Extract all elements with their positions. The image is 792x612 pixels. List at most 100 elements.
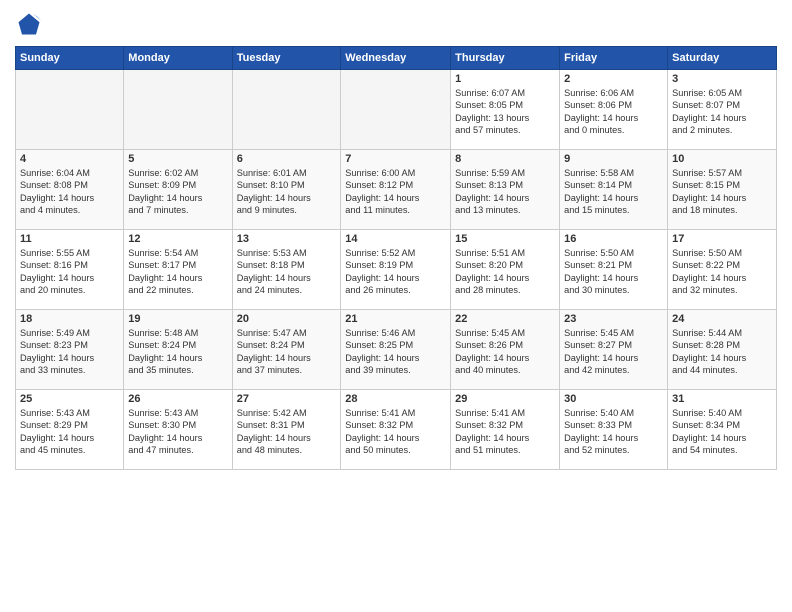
day-number: 4: [20, 153, 119, 165]
day-cell: 1 Sunrise: 6:07 AM Sunset: 8:05 PM Daylig…: [451, 70, 560, 150]
day-cell: 2Sunrise: 6:06 AM Sunset: 8:06 PM Daylig…: [560, 70, 668, 150]
day-info: Sunrise: 6:00 AM Sunset: 8:12 PM Dayligh…: [345, 167, 446, 217]
day-info: Sunrise: 5:48 AM Sunset: 8:24 PM Dayligh…: [128, 327, 227, 377]
day-info: Sunrise: 5:47 AM Sunset: 8:24 PM Dayligh…: [237, 327, 337, 377]
day-info: Sunrise: 5:45 AM Sunset: 8:26 PM Dayligh…: [455, 327, 555, 377]
day-number: 14: [345, 233, 446, 245]
day-number: 25: [20, 393, 119, 405]
day-cell: 15Sunrise: 5:51 AM Sunset: 8:20 PM Dayli…: [451, 230, 560, 310]
day-cell: 23 Sunrise: 5:45 AM Sunset: 8:27 PM Dayli…: [560, 310, 668, 390]
week-row-2: 4 Sunrise: 6:04 AM Sunset: 8:08 PM Daylig…: [16, 150, 777, 230]
day-cell: 16 Sunrise: 5:50 AM Sunset: 8:21 PM Dayli…: [560, 230, 668, 310]
day-cell: 10 Sunrise: 5:57 AM Sunset: 8:15 PM Dayli…: [668, 150, 777, 230]
day-info: Sunrise: 5:44 AM Sunset: 8:28 PM Dayligh…: [672, 327, 772, 377]
day-number: 1: [455, 73, 555, 85]
day-info: Sunrise: 5:43 AM Sunset: 8:29 PM Dayligh…: [20, 407, 119, 457]
day-cell: 9Sunrise: 5:58 AM Sunset: 8:14 PM Daylig…: [560, 150, 668, 230]
day-number: 27: [237, 393, 337, 405]
day-info: Sunrise: 5:52 AM Sunset: 8:19 PM Dayligh…: [345, 247, 446, 297]
day-number: 30: [564, 393, 663, 405]
day-cell: 4 Sunrise: 6:04 AM Sunset: 8:08 PM Daylig…: [16, 150, 124, 230]
day-info: Sunrise: 5:40 AM Sunset: 8:34 PM Dayligh…: [672, 407, 772, 457]
day-cell: 8 Sunrise: 5:59 AM Sunset: 8:13 PM Daylig…: [451, 150, 560, 230]
day-info: Sunrise: 6:04 AM Sunset: 8:08 PM Dayligh…: [20, 167, 119, 217]
day-cell: 27 Sunrise: 5:42 AM Sunset: 8:31 PM Dayli…: [232, 390, 341, 470]
day-info: Sunrise: 5:57 AM Sunset: 8:15 PM Dayligh…: [672, 167, 772, 217]
logo: [15, 10, 47, 38]
day-number: 29: [455, 393, 555, 405]
week-row-4: 18 Sunrise: 5:49 AM Sunset: 8:23 PM Dayli…: [16, 310, 777, 390]
day-cell: [232, 70, 341, 150]
header-cell-sunday: Sunday: [16, 47, 124, 70]
day-number: 11: [20, 233, 119, 245]
day-info: Sunrise: 5:50 AM Sunset: 8:21 PM Dayligh…: [564, 247, 663, 297]
header-cell-friday: Friday: [560, 47, 668, 70]
day-cell: 17Sunrise: 5:50 AM Sunset: 8:22 PM Dayli…: [668, 230, 777, 310]
header: [15, 10, 777, 38]
day-info: Sunrise: 5:40 AM Sunset: 8:33 PM Dayligh…: [564, 407, 663, 457]
day-cell: [341, 70, 451, 150]
day-cell: 3Sunrise: 6:05 AM Sunset: 8:07 PM Daylig…: [668, 70, 777, 150]
day-number: 7: [345, 153, 446, 165]
day-number: 20: [237, 313, 337, 325]
day-info: Sunrise: 5:55 AM Sunset: 8:16 PM Dayligh…: [20, 247, 119, 297]
day-info: Sunrise: 5:41 AM Sunset: 8:32 PM Dayligh…: [345, 407, 446, 457]
day-cell: 7 Sunrise: 6:00 AM Sunset: 8:12 PM Daylig…: [341, 150, 451, 230]
day-cell: 31Sunrise: 5:40 AM Sunset: 8:34 PM Dayli…: [668, 390, 777, 470]
day-number: 17: [672, 233, 772, 245]
header-row: SundayMondayTuesdayWednesdayThursdayFrid…: [16, 47, 777, 70]
calendar-body: 1 Sunrise: 6:07 AM Sunset: 8:05 PM Daylig…: [16, 70, 777, 470]
day-cell: 5Sunrise: 6:02 AM Sunset: 8:09 PM Daylig…: [124, 150, 232, 230]
day-number: 26: [128, 393, 227, 405]
day-number: 2: [564, 73, 663, 85]
calendar-header: SundayMondayTuesdayWednesdayThursdayFrid…: [16, 47, 777, 70]
day-cell: 22 Sunrise: 5:45 AM Sunset: 8:26 PM Dayli…: [451, 310, 560, 390]
day-number: 21: [345, 313, 446, 325]
day-cell: 25 Sunrise: 5:43 AM Sunset: 8:29 PM Dayli…: [16, 390, 124, 470]
week-row-1: 1 Sunrise: 6:07 AM Sunset: 8:05 PM Daylig…: [16, 70, 777, 150]
day-number: 12: [128, 233, 227, 245]
day-info: Sunrise: 5:43 AM Sunset: 8:30 PM Dayligh…: [128, 407, 227, 457]
day-number: 23: [564, 313, 663, 325]
day-number: 6: [237, 153, 337, 165]
day-cell: 24Sunrise: 5:44 AM Sunset: 8:28 PM Dayli…: [668, 310, 777, 390]
day-number: 16: [564, 233, 663, 245]
logo-icon: [15, 10, 43, 38]
header-cell-tuesday: Tuesday: [232, 47, 341, 70]
day-cell: 20 Sunrise: 5:47 AM Sunset: 8:24 PM Dayli…: [232, 310, 341, 390]
day-number: 13: [237, 233, 337, 245]
day-cell: 30 Sunrise: 5:40 AM Sunset: 8:33 PM Dayli…: [560, 390, 668, 470]
header-cell-monday: Monday: [124, 47, 232, 70]
day-info: Sunrise: 5:46 AM Sunset: 8:25 PM Dayligh…: [345, 327, 446, 377]
day-number: 19: [128, 313, 227, 325]
header-cell-saturday: Saturday: [668, 47, 777, 70]
day-cell: 18 Sunrise: 5:49 AM Sunset: 8:23 PM Dayli…: [16, 310, 124, 390]
day-info: Sunrise: 5:45 AM Sunset: 8:27 PM Dayligh…: [564, 327, 663, 377]
day-info: Sunrise: 5:59 AM Sunset: 8:13 PM Dayligh…: [455, 167, 555, 217]
header-cell-thursday: Thursday: [451, 47, 560, 70]
day-cell: 12 Sunrise: 5:54 AM Sunset: 8:17 PM Dayli…: [124, 230, 232, 310]
day-cell: 28 Sunrise: 5:41 AM Sunset: 8:32 PM Dayli…: [341, 390, 451, 470]
day-cell: 11 Sunrise: 5:55 AM Sunset: 8:16 PM Dayli…: [16, 230, 124, 310]
day-number: 22: [455, 313, 555, 325]
day-info: Sunrise: 6:01 AM Sunset: 8:10 PM Dayligh…: [237, 167, 337, 217]
day-number: 3: [672, 73, 772, 85]
week-row-3: 11 Sunrise: 5:55 AM Sunset: 8:16 PM Dayli…: [16, 230, 777, 310]
day-cell: 14 Sunrise: 5:52 AM Sunset: 8:19 PM Dayli…: [341, 230, 451, 310]
day-cell: [124, 70, 232, 150]
day-info: Sunrise: 5:49 AM Sunset: 8:23 PM Dayligh…: [20, 327, 119, 377]
day-number: 18: [20, 313, 119, 325]
day-info: Sunrise: 5:51 AM Sunset: 8:20 PM Dayligh…: [455, 247, 555, 297]
week-row-5: 25 Sunrise: 5:43 AM Sunset: 8:29 PM Dayli…: [16, 390, 777, 470]
day-number: 28: [345, 393, 446, 405]
page: SundayMondayTuesdayWednesdayThursdayFrid…: [0, 0, 792, 612]
day-info: Sunrise: 6:07 AM Sunset: 8:05 PM Dayligh…: [455, 87, 555, 137]
day-number: 10: [672, 153, 772, 165]
day-info: Sunrise: 5:42 AM Sunset: 8:31 PM Dayligh…: [237, 407, 337, 457]
day-cell: 21 Sunrise: 5:46 AM Sunset: 8:25 PM Dayli…: [341, 310, 451, 390]
day-cell: 13 Sunrise: 5:53 AM Sunset: 8:18 PM Dayli…: [232, 230, 341, 310]
day-info: Sunrise: 5:53 AM Sunset: 8:18 PM Dayligh…: [237, 247, 337, 297]
day-info: Sunrise: 5:54 AM Sunset: 8:17 PM Dayligh…: [128, 247, 227, 297]
day-cell: 26 Sunrise: 5:43 AM Sunset: 8:30 PM Dayli…: [124, 390, 232, 470]
day-number: 8: [455, 153, 555, 165]
